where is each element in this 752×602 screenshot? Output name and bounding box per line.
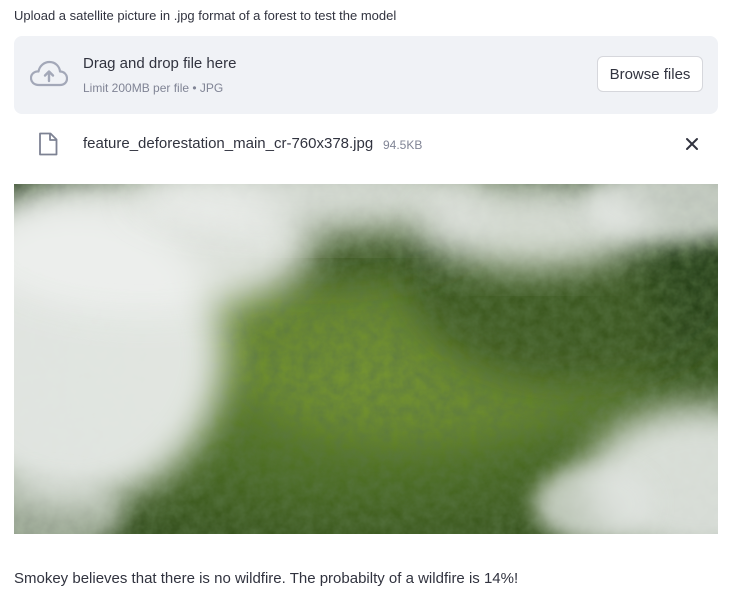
dropzone-limit: Limit 200MB per file • JPG bbox=[83, 81, 224, 95]
uploaded-file-row: feature_deforestation_main_cr-760x378.jp… bbox=[14, 122, 718, 166]
file-dropzone[interactable]: Drag and drop file here Limit 200MB per … bbox=[14, 36, 718, 114]
file-icon bbox=[39, 132, 58, 156]
forest-image-drawing bbox=[14, 184, 718, 534]
forest-satellite-image bbox=[14, 184, 718, 534]
browse-files-button[interactable]: Browse files bbox=[597, 56, 703, 92]
prediction-result-text: Smokey believes that there is no wildfir… bbox=[14, 570, 519, 587]
uploader-label: Upload a satellite picture in .jpg forma… bbox=[14, 8, 397, 23]
file-name: feature_deforestation_main_cr-760x378.jp… bbox=[83, 135, 374, 152]
cloud-upload-icon bbox=[30, 60, 68, 87]
file-size: 94.5KB bbox=[383, 138, 423, 152]
dropzone-title: Drag and drop file here bbox=[83, 55, 237, 72]
app-page: Upload a satellite picture in .jpg forma… bbox=[0, 0, 752, 602]
close-icon[interactable] bbox=[682, 134, 702, 154]
